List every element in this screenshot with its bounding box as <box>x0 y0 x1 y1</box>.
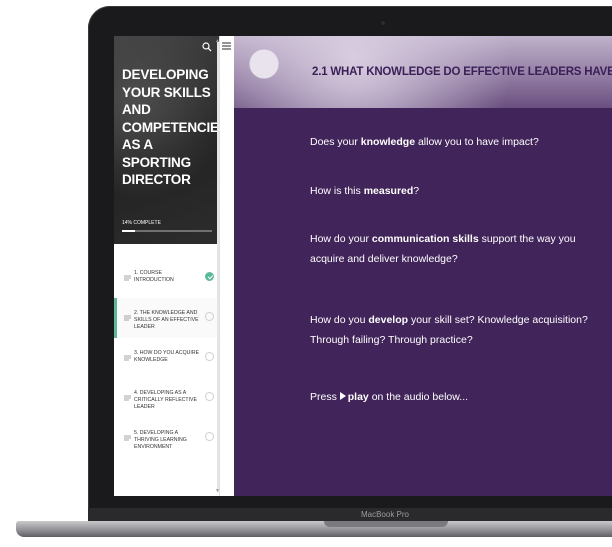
lines-icon <box>124 315 131 321</box>
sidebar-item-learning-environment[interactable]: 5. Developing a thriving learning enviro… <box>114 418 219 458</box>
laptop-notch <box>324 521 448 527</box>
lines-icon <box>124 435 131 441</box>
play-icon <box>339 392 346 400</box>
sidebar-item-course-introduction[interactable]: 1. Course introduction <box>114 258 219 298</box>
sidebar-item-acquire-knowledge[interactable]: 3. How do you acquire knowledge <box>114 338 219 378</box>
lines-icon <box>124 355 131 361</box>
lesson-banner: 2.1 What knowledge do effective leaders … <box>234 36 612 108</box>
screen: Developing your skills and competencies … <box>114 36 612 496</box>
menu-icon[interactable] <box>222 42 231 50</box>
search-icon[interactable] <box>202 42 212 52</box>
question-measured: How is this measured? <box>310 185 420 197</box>
sidebar-item-knowledge-and-skills[interactable]: 2. The knowledge and skills of an effect… <box>114 298 219 338</box>
audio-instruction: Press play on the audio below... <box>310 391 469 403</box>
sidebar-item-label: 1. Course introduction <box>134 270 174 283</box>
sidebar-item-label: 5. Developing a thriving learning enviro… <box>134 430 187 450</box>
question-knowledge: Does your knowledge allow you to have im… <box>310 136 539 148</box>
lines-icon <box>124 275 131 281</box>
sidebar-scrollbar[interactable] <box>217 42 219 492</box>
sidebar-toggle[interactable] <box>220 36 234 496</box>
status-circle-icon <box>205 312 214 321</box>
laptop-base <box>16 521 612 537</box>
camera <box>381 21 385 25</box>
progress-fill <box>122 230 135 232</box>
sidebar-item-label: 4. Developing as a critically reflective… <box>134 390 197 410</box>
device-brand: MacBook Pro <box>360 510 410 519</box>
sidebar-item-label: 3. How do you acquire knowledge <box>134 350 200 363</box>
course-sidebar: Developing your skills and competencies … <box>114 36 228 496</box>
question-communication: How do your communication skills support… <box>310 233 576 265</box>
lines-icon <box>124 395 131 401</box>
check-icon <box>205 272 214 281</box>
lesson-title: 2.1 What knowledge do effective leaders … <box>312 66 612 78</box>
status-circle-icon <box>205 432 214 441</box>
sidebar-item-reflective-leader[interactable]: 4. Developing as a critically reflective… <box>114 378 219 418</box>
lesson-nav: 1. Course introduction 2. The knowledge … <box>114 258 219 458</box>
course-title: Developing your skills and competencies … <box>122 67 228 187</box>
progress-label: 14% COMPLETE <box>122 220 161 226</box>
sidebar-item-label: 2. The knowledge and skills of an effect… <box>134 310 199 330</box>
question-develop: How do you develop your skill set? Knowl… <box>310 314 588 346</box>
status-circle-icon <box>205 392 214 401</box>
progress-bar <box>122 230 212 232</box>
status-circle-icon <box>205 352 214 361</box>
